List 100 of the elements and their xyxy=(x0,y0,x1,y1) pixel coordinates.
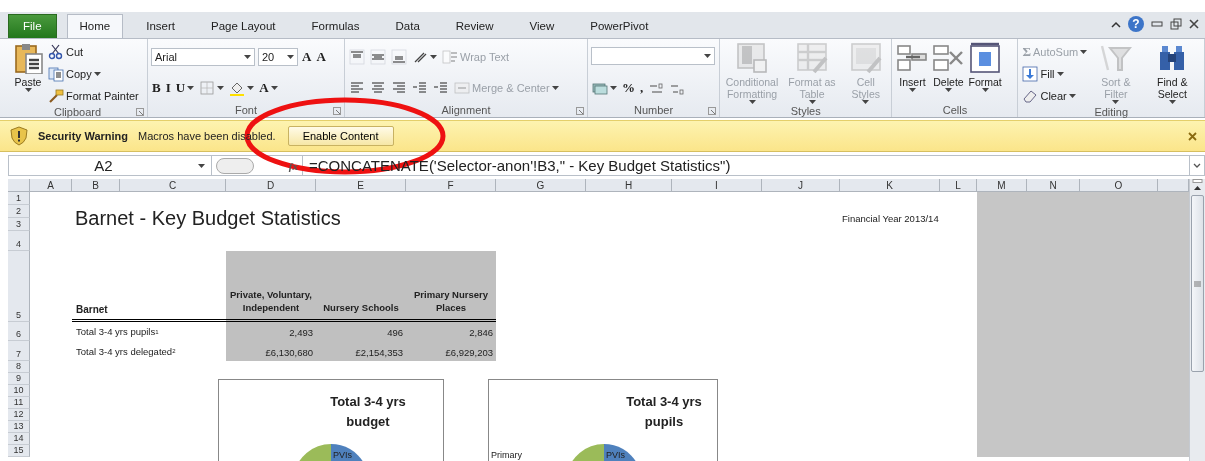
row-header[interactable]: 11 xyxy=(8,397,30,409)
table-cell: 2,493 xyxy=(226,322,316,341)
toolbar-icon-button[interactable]: A xyxy=(258,78,279,99)
column-header[interactable]: H xyxy=(586,179,672,192)
row-header[interactable]: 8 xyxy=(8,361,30,373)
slice-label: PVIs xyxy=(606,450,625,460)
toolbar-icon-button[interactable]: A xyxy=(301,46,313,67)
caret-icon xyxy=(24,88,32,92)
ribbon-tab[interactable]: Home xyxy=(66,14,124,38)
toolbar-icon-button[interactable]: A xyxy=(315,46,327,67)
row-header[interactable]: 7 xyxy=(8,341,30,361)
toolbar-button[interactable]: Copy xyxy=(47,64,102,84)
caret-icon xyxy=(944,88,952,92)
row-header[interactable]: 4 xyxy=(8,231,30,251)
group-label: Alignment xyxy=(441,104,491,116)
dialog-launcher-icon[interactable] xyxy=(333,107,341,115)
row-header[interactable]: 15 xyxy=(8,445,30,457)
row-header[interactable]: 12 xyxy=(8,409,30,421)
toolbar-button[interactable]: Cut xyxy=(47,42,85,62)
merge-cells-icon xyxy=(454,80,470,97)
caret-icon xyxy=(1068,94,1076,98)
column-header[interactable]: E xyxy=(316,179,406,192)
ribbon-large-button[interactable]: Insert xyxy=(895,42,930,103)
restore-icon[interactable] xyxy=(1170,18,1182,30)
table-cell: £2,154,353 xyxy=(316,341,406,361)
column-header[interactable]: L xyxy=(940,179,977,192)
help-button[interactable]: ? xyxy=(1128,16,1144,32)
ribbon-tab[interactable]: View xyxy=(516,14,568,38)
slice-label: Primary xyxy=(491,450,522,460)
chart-title: Total 3-4 yrs budget xyxy=(329,393,407,431)
ribbon-tab[interactable]: Data xyxy=(382,14,433,38)
table-header: Primary Nursery Places xyxy=(406,251,496,322)
enable-content-button[interactable]: Enable Content xyxy=(287,126,394,146)
row-label: Total 3-4 yrs delegated$^{2}$ xyxy=(75,344,177,359)
scroll-thumb[interactable] xyxy=(1191,195,1204,372)
column-header[interactable]: K xyxy=(840,179,940,192)
close-icon[interactable] xyxy=(1189,19,1199,29)
column-header[interactable]: D xyxy=(226,179,316,192)
ribbon-tab[interactable]: Review xyxy=(442,14,507,38)
align-bottom-icon xyxy=(391,48,407,65)
toolbar-button[interactable]: Fill xyxy=(1021,64,1065,84)
ribbon-tab[interactable]: Insert xyxy=(133,14,188,38)
scroll-bar[interactable] xyxy=(1189,179,1205,461)
row-header[interactable]: 13 xyxy=(8,421,30,433)
column-header[interactable]: F xyxy=(406,179,496,192)
caret-icon xyxy=(808,100,816,104)
toolbar-icon-button[interactable]: % xyxy=(621,77,636,98)
ribbon-large-button[interactable]: Format xyxy=(967,42,1003,103)
column-header[interactable]: I xyxy=(672,179,762,192)
caret-icon xyxy=(244,54,251,59)
caret-icon xyxy=(1080,50,1088,54)
size-combo[interactable]: 20 xyxy=(258,47,298,66)
toolbar-icon-button[interactable]: I xyxy=(164,78,172,99)
row-header[interactable]: 14 xyxy=(8,433,30,445)
toolbar-icon-button[interactable]: , xyxy=(639,77,645,98)
ribbon-tab[interactable]: PowerPivot xyxy=(577,14,662,38)
toolbar-icon-button[interactable]: B xyxy=(151,78,162,99)
dialog-launcher-icon[interactable] xyxy=(576,107,584,115)
toolbar-button[interactable]: Clear xyxy=(1021,86,1077,106)
column-header[interactable]: A xyxy=(30,179,72,192)
dialog-launcher-icon[interactable] xyxy=(708,107,716,115)
ribbon-tab[interactable]: Formulas xyxy=(298,14,373,38)
caret-icon xyxy=(981,88,989,92)
scroll-up-icon[interactable] xyxy=(1192,179,1203,193)
row-header[interactable]: 10 xyxy=(8,385,30,397)
row-header[interactable]: 6 xyxy=(8,322,30,341)
row-header[interactable]: 5 xyxy=(8,251,30,322)
file-tab[interactable]: File xyxy=(8,14,57,38)
toolbar-icon-button[interactable]: U xyxy=(174,78,196,99)
dialog-launcher-icon[interactable] xyxy=(136,108,144,116)
toolbar-button[interactable]: Format Painter xyxy=(47,86,140,106)
caret-icon xyxy=(217,86,225,91)
column-header[interactable]: N xyxy=(1027,179,1080,192)
column-header[interactable]: O xyxy=(1080,179,1158,192)
minimize-icon[interactable] xyxy=(1151,20,1163,28)
column-header[interactable]: J xyxy=(762,179,840,192)
font-combo[interactable]: Arial xyxy=(151,47,255,66)
row-header[interactable]: 2 xyxy=(8,205,30,218)
row-header[interactable]: 3 xyxy=(8,218,30,231)
scissors-icon xyxy=(48,44,64,60)
column-header[interactable]: B xyxy=(72,179,120,192)
warning-title: Security Warning xyxy=(38,130,129,142)
ribbon-tab[interactable]: Page Layout xyxy=(198,14,289,38)
close-icon[interactable] xyxy=(1188,131,1197,141)
table-cell: 2,846 xyxy=(406,322,496,341)
align-top-icon xyxy=(349,48,365,65)
chevron-up-icon[interactable] xyxy=(1111,20,1121,28)
row-label: Total 3-4 yrs pupils$^{1}$ xyxy=(75,325,160,339)
row-header[interactable]: 9 xyxy=(8,373,30,385)
cell-styles-icon xyxy=(849,42,882,74)
caret-icon xyxy=(430,54,437,59)
column-header[interactable]: M xyxy=(977,179,1027,192)
sheet-title: Barnet - Key Budget Statistics xyxy=(74,206,342,230)
ribbon-large-button[interactable]: Paste xyxy=(11,42,45,106)
column-header[interactable]: G xyxy=(496,179,586,192)
shield-warning-icon xyxy=(10,126,28,146)
column-header[interactable]: C xyxy=(120,179,226,192)
ribbon-large-button[interactable]: Find & Select xyxy=(1143,42,1201,106)
ribbon-large-button[interactable]: Delete xyxy=(931,42,966,103)
row-header[interactable]: 1 xyxy=(8,192,30,205)
